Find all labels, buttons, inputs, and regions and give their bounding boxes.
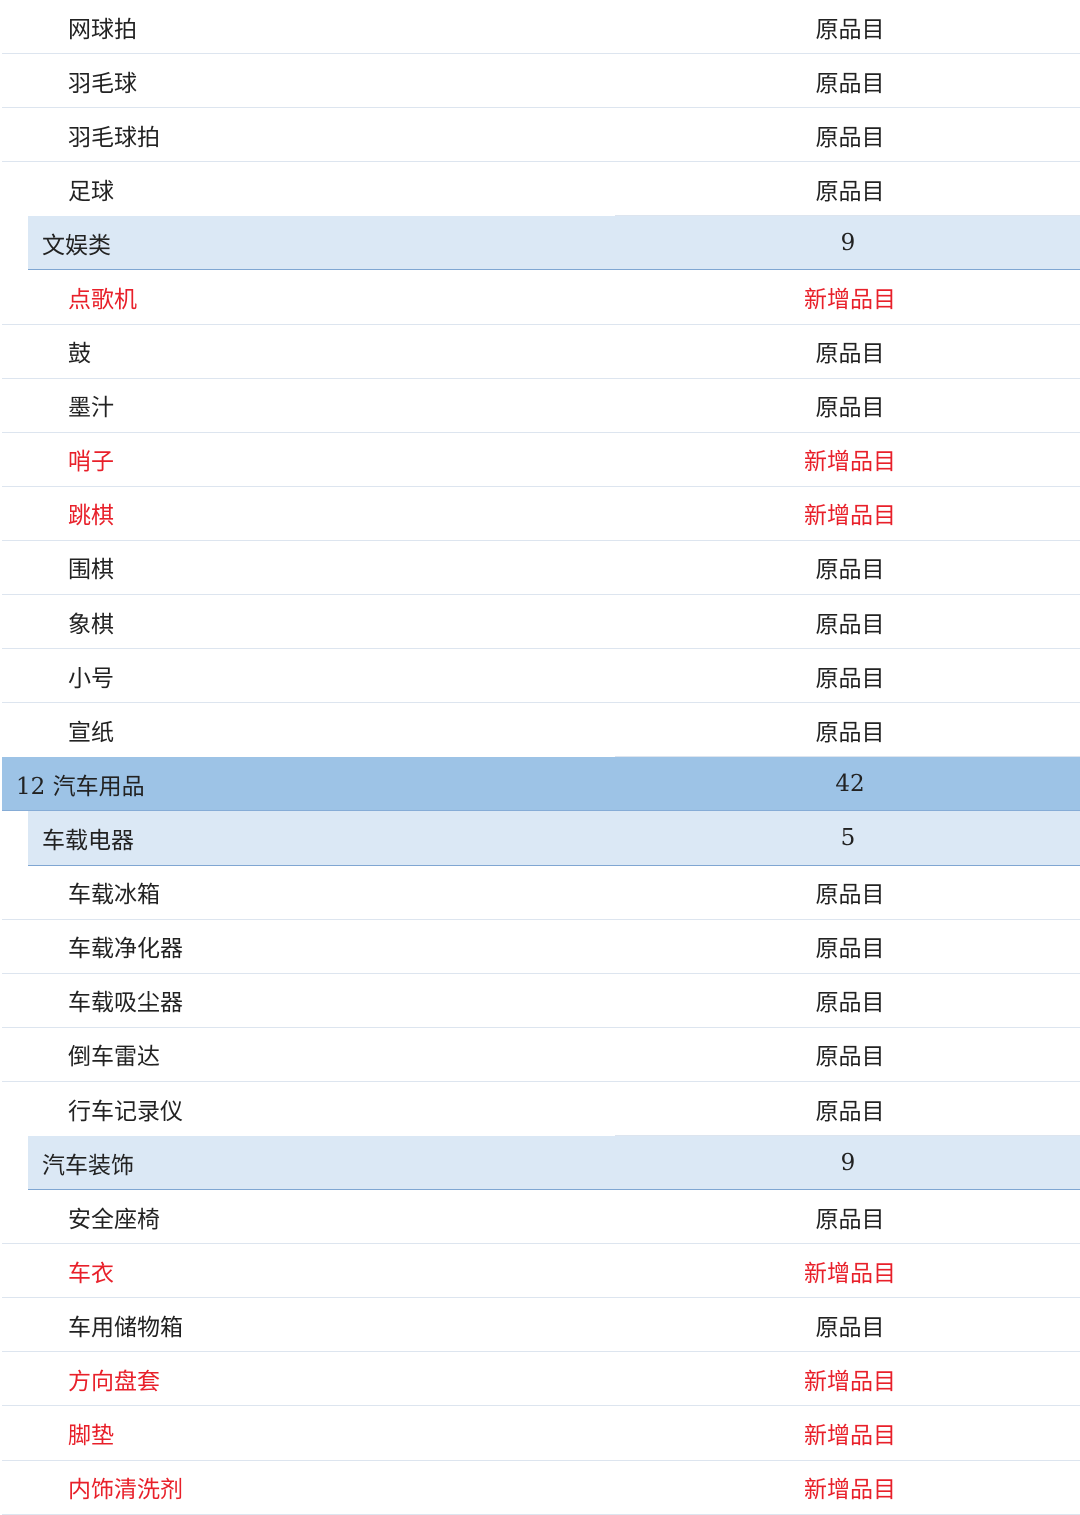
- table-row: 宣纸 原品目: [2, 703, 1080, 758]
- item-name: 宣纸: [68, 720, 114, 747]
- category-table: 网球拍 原品目 羽毛球 原品目 羽毛球拍 原品目 足球 原品目 文娱类 9 点歌机 新增品目鼓原品目墨…: [0, 0, 1080, 1515]
- item-name: 内饰清洗剂: [68, 1477, 183, 1504]
- category-count: 42: [835, 770, 865, 797]
- table-row: 车载净化器 原品目: [2, 920, 1080, 974]
- item-status: 新增品目: [804, 287, 896, 314]
- item-status: 新增品目: [804, 1477, 896, 1504]
- table-row: 车衣 新增品目: [2, 1244, 1080, 1299]
- category-header-row: 12 汽车用品 42: [2, 757, 1080, 812]
- table-row: 脚垫 新增品目: [2, 1406, 1080, 1461]
- item-name: 墨汁: [68, 395, 114, 422]
- table-row: 鼓 原品目: [2, 325, 1080, 379]
- item-status: 原品目: [815, 179, 885, 206]
- table-row: 车载吸尘器 原品目: [2, 974, 1080, 1028]
- item-name: 羽毛球: [68, 70, 137, 97]
- table-row: 内饰清洗剂 新增品目: [2, 1461, 1080, 1515]
- item-status: 原品目: [815, 1206, 885, 1233]
- item-name: 脚垫: [68, 1422, 114, 1449]
- item-status: 原品目: [815, 1098, 885, 1125]
- item-name: 方向盘套: [68, 1368, 160, 1395]
- table-row: 围棋 原品目: [2, 541, 1080, 596]
- item-name: 车衣: [68, 1260, 114, 1287]
- item-name: 车载吸尘器: [68, 990, 183, 1017]
- item-status: 原品目: [815, 665, 885, 692]
- item-status: 新增品目: [804, 1368, 896, 1395]
- item-name: 围棋: [68, 557, 114, 584]
- item-name: 点歌机: [68, 287, 137, 314]
- item-name: 小号: [68, 665, 114, 692]
- table-row: 倒车雷达 原品目: [2, 1028, 1080, 1082]
- item-status: 原品目: [815, 720, 885, 747]
- item-status: 原品目: [815, 1044, 885, 1071]
- item-status: 原品目: [815, 557, 885, 584]
- table-row: 点歌机 新增品目: [2, 270, 1080, 325]
- item-status: 新增品目: [804, 449, 896, 476]
- item-status: 原品目: [815, 1314, 885, 1341]
- item-name: 车用储物箱: [68, 1314, 183, 1341]
- item-name: 行车记录仪: [68, 1098, 183, 1125]
- item-status: 新增品目: [804, 503, 896, 530]
- item-name: 羽毛球拍: [68, 124, 160, 151]
- category-name: 车载电器: [42, 827, 134, 854]
- category-count: 5: [840, 824, 856, 851]
- item-status: 原品目: [815, 990, 885, 1017]
- item-name: 车载冰箱: [68, 882, 160, 909]
- item-name: 车载净化器: [68, 936, 183, 963]
- table-row: 足球 原品目: [2, 162, 1080, 217]
- table-row: 羽毛球 原品目: [2, 54, 1080, 109]
- item-status: 原品目: [815, 124, 885, 151]
- table-row: 方向盘套 新增品目: [2, 1352, 1080, 1407]
- category-name: 文娱类: [42, 232, 111, 259]
- category-count: 9: [840, 229, 856, 256]
- item-name: 网球拍: [68, 16, 137, 43]
- table-row: 网球拍 原品目: [2, 0, 1080, 55]
- item-name: 足球: [68, 179, 114, 206]
- item-status: 新增品目: [804, 1422, 896, 1449]
- item-name: 鼓: [68, 341, 91, 368]
- item-name: 倒车雷达: [68, 1044, 160, 1071]
- item-status: 原品目: [815, 16, 885, 43]
- table-row: 墨汁 原品目: [2, 379, 1080, 433]
- item-status: 原品目: [815, 882, 885, 909]
- item-name: 哨子: [68, 449, 114, 476]
- item-name: 跳棋: [68, 503, 114, 530]
- subcategory-header-row: 车载电器 5: [28, 811, 1080, 866]
- table-row: 哨子 新增品目: [2, 433, 1080, 487]
- subcategory-header-row: 文娱类 9: [28, 216, 1080, 271]
- item-status: 原品目: [815, 936, 885, 963]
- item-status: 新增品目: [804, 1260, 896, 1287]
- item-status: 原品目: [815, 341, 885, 368]
- table-row: 车载冰箱 原品目: [2, 866, 1080, 920]
- item-name: 安全座椅: [68, 1206, 160, 1233]
- table-row: 象棋 原品目: [2, 595, 1080, 650]
- table-row: 小号 原品目: [2, 649, 1080, 704]
- category-count: 9: [840, 1149, 856, 1176]
- table-row: 行车记录仪 原品目: [2, 1082, 1080, 1137]
- subcategory-header-row: 汽车装饰 9: [28, 1135, 1080, 1191]
- table-row: 车用储物箱 原品目: [2, 1298, 1080, 1353]
- item-status: 原品目: [815, 395, 885, 422]
- category-name: 12 汽车用品: [16, 773, 145, 800]
- table-row: 羽毛球拍 原品目: [2, 108, 1080, 163]
- category-name: 汽车装饰: [42, 1152, 134, 1179]
- item-status: 原品目: [815, 70, 885, 97]
- item-status: 原品目: [815, 611, 885, 638]
- item-name: 象棋: [68, 611, 114, 638]
- table-row: 安全座椅 原品目: [2, 1190, 1080, 1245]
- table-row: 跳棋 新增品目: [2, 487, 1080, 541]
